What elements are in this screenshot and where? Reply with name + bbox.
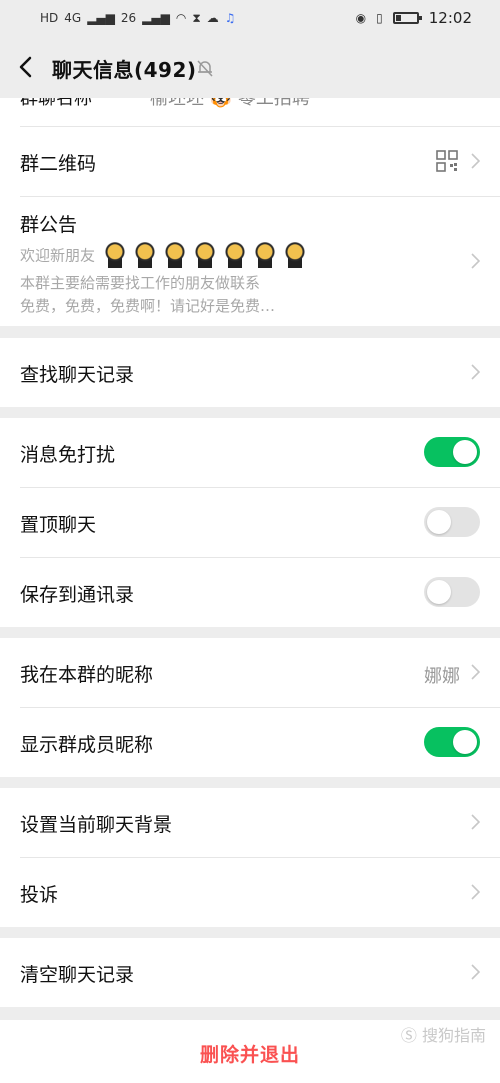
hourglass-icon: ⧗ — [192, 11, 201, 25]
search-history-row[interactable]: 查找聊天记录 — [0, 338, 500, 407]
toggle-knob — [427, 580, 451, 604]
eye-icon: ◉ — [355, 11, 367, 25]
set-background-label: 设置当前聊天背景 — [20, 814, 173, 836]
chevron-right-icon — [471, 664, 480, 680]
my-nickname-label: 我在本群的昵称 — [20, 664, 154, 686]
page-title: 聊天信息(492) — [52, 58, 197, 82]
clear-history-label: 清空聊天记录 — [20, 964, 135, 986]
my-nickname-row[interactable]: 我在本群的昵称 娜娜 — [0, 638, 500, 707]
set-background-row[interactable]: 设置当前聊天背景 — [0, 788, 500, 857]
qrcode-label: 群二维码 — [20, 153, 97, 175]
search-section: 查找聊天记录 — [0, 338, 500, 407]
chevron-right-icon — [471, 253, 480, 269]
chevron-right-icon — [471, 153, 480, 169]
chat-settings-section: 消息免打扰 置顶聊天 保存到通讯录 — [0, 418, 500, 627]
chevron-right-icon — [471, 884, 480, 900]
status-bar: HD 4G ▂▄▆ 26 ▂▄▆ ◠ ⧗ ☁ ♫ ◉ ▯ 12:02 — [0, 0, 500, 38]
muted-bell-icon — [197, 60, 213, 77]
chevron-right-icon — [471, 814, 480, 830]
search-history-label: 查找聊天记录 — [20, 364, 135, 386]
notice-line-3: 免费，免费，免费啊！请记好是免费… — [20, 297, 276, 315]
vibrate-icon: ▯ — [376, 11, 383, 25]
dancer-emoji-group — [101, 242, 308, 270]
group-name-value: 榆坯坯 🐯 零工招聘 — [150, 98, 310, 109]
my-nickname-value: 娜娜 — [424, 666, 460, 687]
qrcode-row[interactable]: 群二维码 — [0, 126, 500, 196]
group-notice-row[interactable]: 群公告 欢迎新朋友 本群主要給需要找工作的朋友做联系 免费，免费，免费啊！请记好… — [0, 196, 500, 326]
save-contacts-toggle[interactable] — [424, 577, 480, 607]
music-icon: ♫ — [224, 11, 236, 25]
mute-row[interactable]: 消息免打扰 — [0, 418, 500, 487]
show-nicknames-row[interactable]: 显示群成员昵称 — [0, 708, 500, 777]
pin-label: 置顶聊天 — [20, 514, 97, 536]
save-contacts-label: 保存到通讯录 — [20, 584, 135, 606]
battery-fill — [395, 15, 401, 21]
cloud-icon: ☁ — [206, 11, 219, 25]
mute-toggle[interactable] — [424, 437, 480, 467]
signal-icon-2: ▂▄▆ — [142, 11, 170, 25]
notice-line-2: 本群主要給需要找工作的朋友做联系 — [20, 274, 261, 292]
group-name-row-peek[interactable]: 群聊名称 榆坯坯 🐯 零工招聘 — [0, 98, 500, 126]
notice-title: 群公告 — [20, 214, 78, 236]
clear-section: 清空聊天记录 — [0, 938, 500, 1007]
signal-2g-icon: 26 — [120, 11, 137, 25]
status-right-icons: ◉ ▯ 12:02 — [356, 9, 472, 27]
toggle-knob — [453, 730, 477, 754]
toggle-knob — [427, 510, 451, 534]
save-contacts-row[interactable]: 保存到通讯录 — [0, 558, 500, 627]
background-complain-section: 设置当前聊天背景 投诉 — [0, 788, 500, 927]
show-nicknames-toggle[interactable] — [424, 727, 480, 757]
chevron-right-icon — [471, 964, 480, 980]
clear-history-row[interactable]: 清空聊天记录 — [0, 938, 500, 1007]
nav-bar: 聊天信息(492) — [0, 38, 500, 98]
status-time: 12:02 — [428, 9, 472, 27]
pin-row[interactable]: 置顶聊天 — [0, 488, 500, 557]
group-name-label: 群聊名称 — [20, 98, 92, 109]
status-left-icons: HD 4G ▂▄▆ 26 ▂▄▆ ◠ ⧗ ☁ ♫ — [40, 10, 236, 26]
wifi-icon: ◠ — [175, 11, 187, 25]
toggle-knob — [453, 440, 477, 464]
battery-icon — [392, 12, 422, 24]
watermark: Ⓢ 搜狗指南 — [400, 1026, 486, 1045]
notice-line-1: 欢迎新朋友 — [20, 242, 308, 270]
notice-line-1-text: 欢迎新朋友 — [20, 246, 96, 265]
hd-icon: HD — [40, 11, 59, 25]
signal-icon: ▂▄▆ — [87, 11, 115, 25]
complain-row[interactable]: 投诉 — [0, 858, 500, 927]
complain-label: 投诉 — [20, 884, 59, 906]
signal-4g-icon: 4G — [64, 11, 82, 25]
mute-label: 消息免打扰 — [20, 444, 116, 466]
chevron-right-icon — [471, 364, 480, 380]
group-info-section: 群二维码 群公告 欢迎新朋友 本群主要給需要找工作的朋友做联系 免费，免费，免费… — [0, 126, 500, 326]
nickname-section: 我在本群的昵称 娜娜 显示群成员昵称 — [0, 638, 500, 777]
back-arrow-icon[interactable] — [16, 54, 38, 80]
qrcode-icon — [436, 150, 458, 172]
pin-toggle[interactable] — [424, 507, 480, 537]
delete-exit-label: 删除并退出 — [199, 1044, 300, 1066]
show-nicknames-label: 显示群成员昵称 — [20, 734, 154, 756]
